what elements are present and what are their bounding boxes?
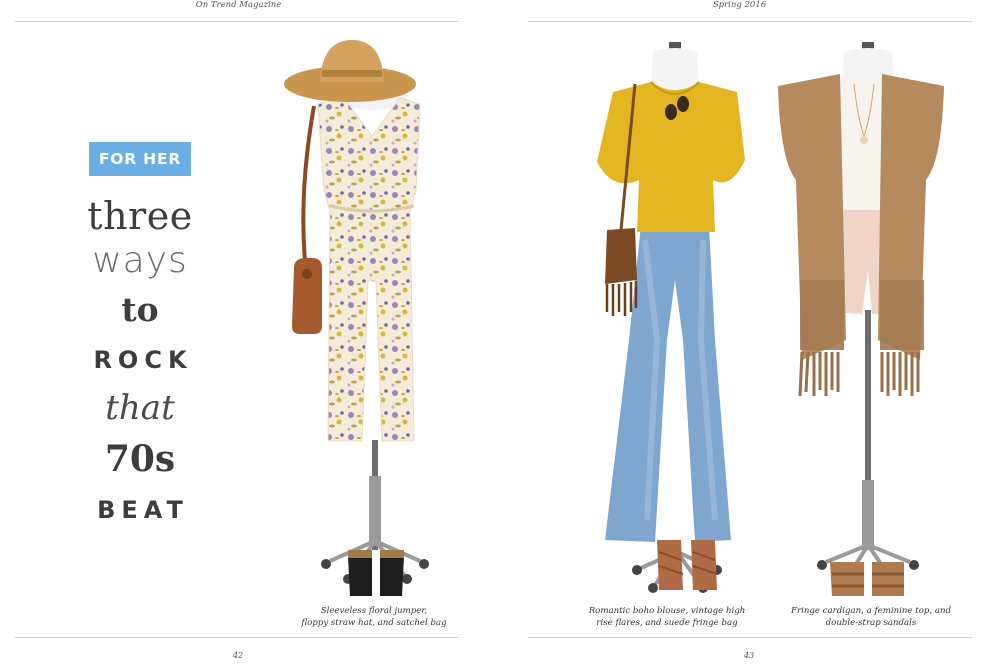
headline-beat: BEAT <box>97 496 189 524</box>
page-number-left: 42 <box>232 651 244 660</box>
headline-three: three <box>87 194 193 238</box>
magazine-spread: On Trend Magazine FOR HER three ways to … <box>0 0 994 671</box>
top-rule-left <box>15 21 459 22</box>
bottom-rule-right <box>528 637 972 638</box>
headline-rock: ROCK <box>93 346 193 374</box>
look1-caption: Sleeveless floral jumper, floppy straw h… <box>290 606 458 629</box>
headline-that: that <box>105 388 175 428</box>
for-her-badge: FOR HER <box>89 142 191 176</box>
look3-mannequin-illustration <box>778 42 944 596</box>
right-page: Spring 2016 Romantic boho blouse, vintag… <box>497 0 994 671</box>
top-rule-right <box>528 21 972 22</box>
look3-caption: Fringe cardigan, a feminine top, and dou… <box>783 606 959 629</box>
headline-70s: 70s <box>104 438 176 480</box>
look2-caption-line2: rise flares, and suede fringe bag <box>596 617 738 628</box>
left-page: On Trend Magazine FOR HER three ways to … <box>0 0 497 671</box>
running-head-right: Spring 2016 <box>712 0 767 10</box>
running-head-left: On Trend Magazine <box>195 0 282 10</box>
look3-caption-line2: double-strap sandals <box>825 617 917 628</box>
look2-caption: Romantic boho blouse, vintage high rise … <box>587 606 747 629</box>
page-number-right: 43 <box>743 651 755 660</box>
look3-caption-line1: Fringe cardigan, a feminine top, and <box>791 606 951 616</box>
bottom-rule-left <box>15 637 459 638</box>
look1-caption-line2: floppy straw hat, and satchel bag <box>301 617 447 628</box>
look2-caption-line1: Romantic boho blouse, vintage high <box>588 606 746 616</box>
look1-mannequin-illustration <box>284 40 429 596</box>
look1-caption-line1: Sleeveless floral jumper, <box>320 606 428 616</box>
headline-to: to <box>121 290 159 329</box>
headline-ways: ways <box>92 240 188 281</box>
look2-mannequin-illustration <box>597 42 745 593</box>
